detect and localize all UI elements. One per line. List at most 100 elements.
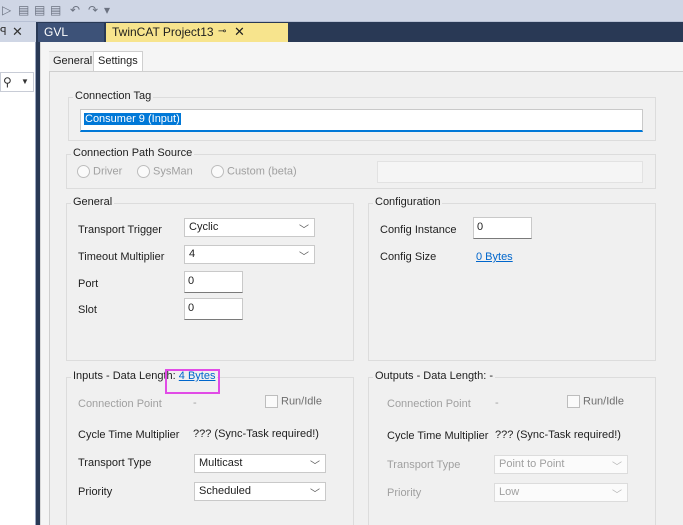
- slot-value: 0: [188, 302, 195, 314]
- configuration-group: Configuration Config Instance 0 Config S…: [368, 196, 656, 361]
- outputs-run-idle-box: [567, 395, 580, 408]
- connection-path-legend: Connection Path Source: [71, 147, 195, 159]
- chevron-down-icon: ﹀: [299, 225, 309, 236]
- pin-icon[interactable]: ⊸: [218, 26, 226, 37]
- tab-settings-label: Settings: [98, 55, 138, 67]
- toolbar-paste-icon[interactable]: ▤: [34, 3, 45, 17]
- slot-label: Slot: [78, 304, 97, 316]
- outputs-priority-value: Low: [499, 486, 520, 498]
- inputs-transport-type-select[interactable]: Multicast ﹀: [194, 454, 326, 473]
- radio-custom[interactable]: Custom (beta): [211, 165, 297, 178]
- transport-trigger-label: Transport Trigger: [78, 224, 162, 236]
- timeout-multiplier-value: 4: [189, 248, 196, 260]
- config-size-label: Config Size: [380, 251, 437, 263]
- chevron-down-icon: ﹀: [310, 489, 320, 500]
- config-size-link[interactable]: 0 Bytes: [476, 251, 513, 263]
- close-icon[interactable]: ✕: [12, 24, 23, 40]
- radio-custom-label: Custom (beta): [227, 165, 297, 178]
- inputs-run-idle-box: [265, 395, 278, 408]
- search-icon[interactable]: ⚲: [3, 75, 12, 89]
- inputs-priority-select[interactable]: Scheduled ﹀: [194, 482, 326, 501]
- solution-explorer-panel: ꟼ ✕ ⚲ ▼: [0, 22, 36, 525]
- connection-tag-group: Connection Tag Consumer 9 (Input): [68, 90, 656, 141]
- inputs-transport-type-value: Multicast: [199, 457, 243, 469]
- toolbar-save-icon[interactable]: ▤: [50, 3, 61, 17]
- config-instance-value: 0: [477, 221, 484, 233]
- toolbar-redo-icon[interactable]: ↷: [88, 3, 98, 17]
- tab-settings[interactable]: Settings: [93, 51, 143, 71]
- inputs-run-idle-checkbox[interactable]: Run/Idle: [265, 395, 322, 408]
- config-instance-input[interactable]: 0: [473, 217, 532, 239]
- toolbar-copy-icon[interactable]: ▤: [18, 3, 29, 17]
- config-instance-label: Config Instance: [380, 224, 457, 236]
- general-group: General Transport Trigger Cyclic ﹀ Timeo…: [66, 196, 354, 361]
- chevron-down-icon: ﹀: [612, 490, 622, 501]
- tab-project-label: TwinCAT Project13: [112, 25, 214, 39]
- settings-page: Connection Tag Consumer 9 (Input) Connec…: [49, 71, 683, 525]
- outputs-transport-type-value: Point to Point: [499, 458, 565, 470]
- radio-sysman-label: SysMan: [153, 165, 193, 178]
- inputs-run-idle-label: Run/Idle: [281, 395, 322, 408]
- connection-path-group: Connection Path Source Driver SysMan Cus…: [66, 147, 656, 189]
- outputs-legend: Outputs - Data Length: -: [373, 370, 496, 382]
- transport-trigger-select[interactable]: Cyclic ﹀: [184, 218, 315, 237]
- outputs-priority-label: Priority: [387, 487, 422, 499]
- data-length-highlight: [165, 369, 220, 394]
- outputs-cycle-time-value: ??? (Sync-Task required!): [495, 429, 621, 441]
- outputs-group: Outputs - Data Length: - Connection Poin…: [368, 370, 656, 525]
- radio-driver[interactable]: Driver: [77, 165, 122, 178]
- document-tab-bar: GVL TwinCAT Project13 ⊸ ✕: [36, 22, 683, 42]
- tab-general-label: General: [53, 55, 93, 67]
- timeout-multiplier-label: Timeout Multiplier: [78, 251, 165, 263]
- tab-general[interactable]: General: [49, 51, 93, 71]
- inputs-priority-label: Priority: [78, 486, 113, 498]
- radio-sysman[interactable]: SysMan: [137, 165, 193, 178]
- toolbar-arrow-icon[interactable]: ▷: [2, 3, 11, 17]
- port-input[interactable]: 0: [184, 271, 243, 293]
- toolbar-more-icon[interactable]: ▾: [104, 3, 110, 17]
- outputs-priority-select[interactable]: Low ﹀: [494, 483, 628, 502]
- outputs-connection-point-label: Connection Point: [387, 398, 471, 410]
- close-icon[interactable]: ✕: [234, 24, 245, 40]
- inputs-group: Inputs - Data Length: 4 Bytes Connection…: [66, 370, 354, 525]
- chevron-down-icon: ﹀: [310, 461, 320, 472]
- port-value: 0: [188, 275, 195, 287]
- connection-tag-legend: Connection Tag: [73, 90, 154, 102]
- connection-tag-input[interactable]: Consumer 9 (Input): [80, 109, 643, 132]
- chevron-down-icon: ﹀: [299, 252, 309, 263]
- outputs-run-idle-checkbox[interactable]: Run/Idle: [567, 395, 624, 408]
- transport-trigger-value: Cyclic: [189, 221, 219, 233]
- connection-tag-value: Consumer 9 (Input): [84, 113, 181, 125]
- outputs-run-idle-label: Run/Idle: [583, 395, 624, 408]
- pin-icon[interactable]: ꟼ: [0, 25, 7, 38]
- toolbar-undo-icon[interactable]: ↶: [70, 3, 80, 17]
- outputs-connection-point-value: -: [495, 397, 499, 409]
- inputs-legend-text: Inputs - Data Length:: [73, 370, 176, 382]
- port-label: Port: [78, 278, 99, 290]
- configuration-legend: Configuration: [373, 196, 443, 208]
- document-area: General Settings Connection Tag Consumer…: [40, 42, 683, 525]
- tab-gvl[interactable]: GVL: [38, 23, 104, 42]
- custom-path-input: [377, 161, 643, 183]
- radio-sysman-circle: [137, 165, 150, 178]
- outputs-cycle-time-label: Cycle Time Multiplier: [387, 430, 489, 442]
- chevron-down-icon: ﹀: [612, 462, 622, 473]
- tab-twincat-project[interactable]: TwinCAT Project13 ⊸ ✕: [106, 23, 288, 42]
- radio-driver-label: Driver: [93, 165, 123, 178]
- inputs-cycle-time-value: ??? (Sync-Task required!): [193, 428, 319, 440]
- slot-input[interactable]: 0: [184, 298, 243, 320]
- inputs-connection-point-value: -: [193, 397, 197, 409]
- general-legend: General: [71, 196, 115, 208]
- inputs-cycle-time-label: Cycle Time Multiplier: [78, 429, 180, 441]
- search-options-icon[interactable]: ▼: [21, 77, 29, 86]
- outputs-transport-type-label: Transport Type: [387, 459, 461, 471]
- solution-explorer-header: ꟼ ✕: [0, 22, 36, 42]
- inputs-priority-value: Scheduled: [199, 485, 251, 497]
- radio-driver-circle: [77, 165, 90, 178]
- radio-custom-circle: [211, 165, 224, 178]
- search-box[interactable]: ⚲ ▼: [0, 72, 34, 92]
- outputs-transport-type-select[interactable]: Point to Point ﹀: [494, 455, 628, 474]
- toolbar: ▷ ▤ ▤ ▤ ↶ ↷ ▾: [0, 0, 683, 22]
- timeout-multiplier-select[interactable]: 4 ﹀: [184, 245, 315, 264]
- inputs-transport-type-label: Transport Type: [78, 457, 152, 469]
